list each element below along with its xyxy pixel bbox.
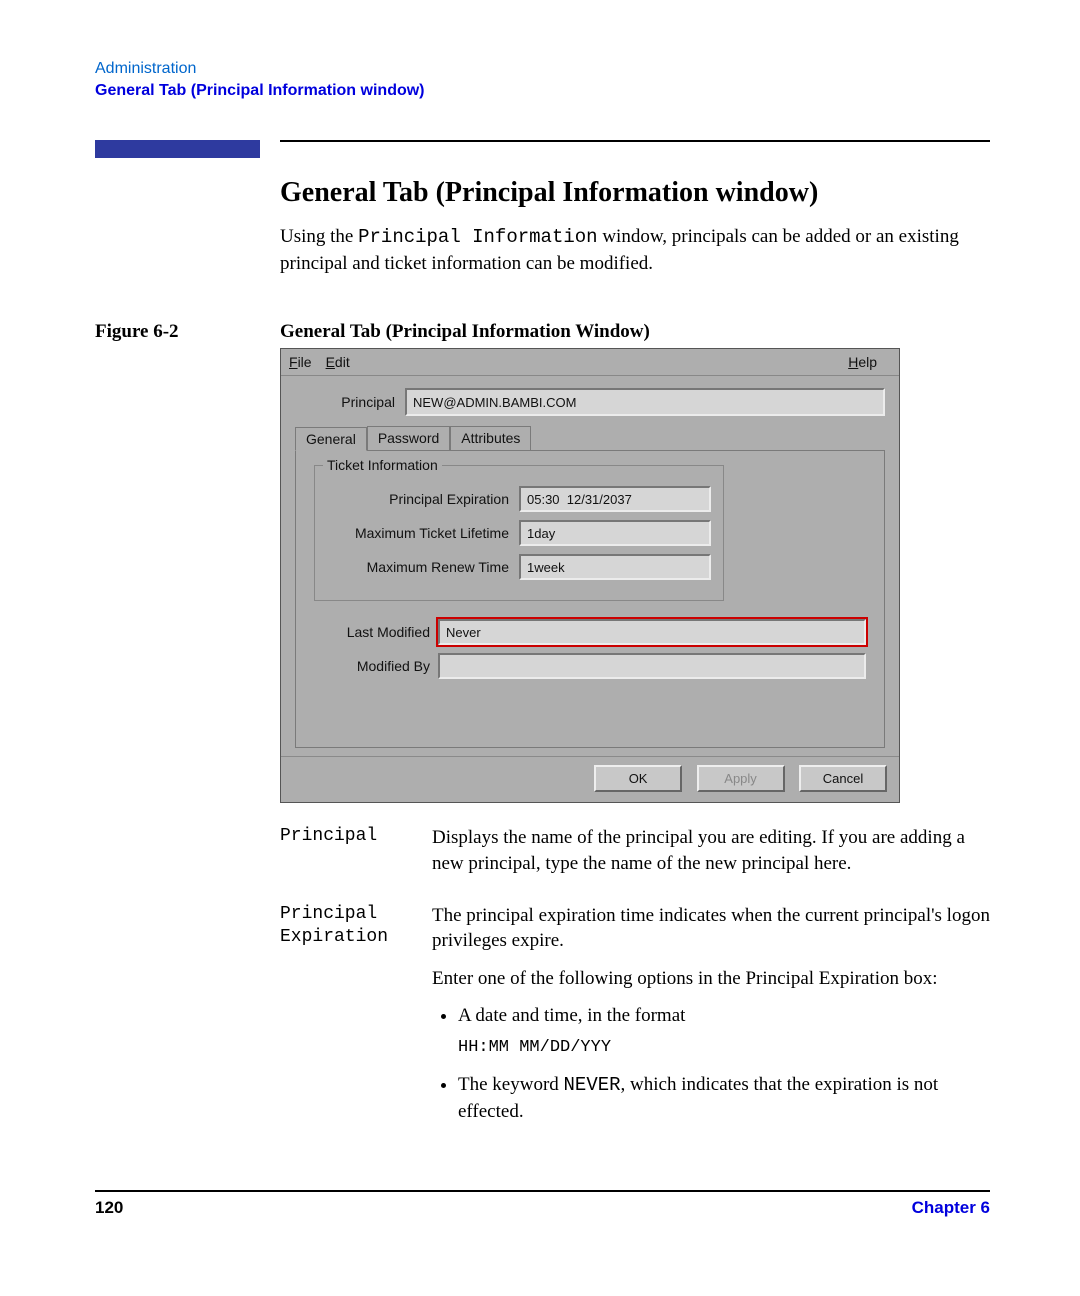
def-term-principal: Principal xyxy=(280,825,432,888)
header-subtitle: General Tab (Principal Information windo… xyxy=(95,82,990,100)
figure-caption: General Tab (Principal Information Windo… xyxy=(280,321,650,343)
def-principal-expiration: Principal Expiration The principal expir… xyxy=(280,903,990,1137)
page-header: Administration General Tab (Principal In… xyxy=(95,60,990,100)
footer-rule xyxy=(95,1190,990,1192)
tab-bar: General Password Attributes xyxy=(295,426,885,450)
ok-button[interactable]: OK xyxy=(594,765,682,792)
life-label: Maximum Ticket Lifetime xyxy=(329,525,519,541)
menu-help[interactable]: Help xyxy=(848,354,877,370)
max-renew-input[interactable] xyxy=(519,554,711,580)
exp-label: Principal Expiration xyxy=(329,491,519,507)
tab-panel-general: Ticket Information Principal Expiration … xyxy=(295,450,885,748)
renew-label: Maximum Renew Time xyxy=(329,559,519,575)
cancel-button[interactable]: Cancel xyxy=(799,765,887,792)
header-admin: Administration xyxy=(95,60,990,78)
chapter-label: Chapter 6 xyxy=(912,1198,990,1218)
figure-label: Figure 6-2 xyxy=(95,321,280,343)
principal-label: Principal xyxy=(295,394,405,410)
intro-paragraph: Using the Principal Information window, … xyxy=(280,224,990,276)
page-number: 120 xyxy=(95,1198,123,1218)
section-title: General Tab (Principal Information windo… xyxy=(280,177,990,209)
tab-general[interactable]: General xyxy=(295,427,367,451)
blue-bar-icon xyxy=(95,140,260,158)
apply-button: Apply xyxy=(697,765,785,792)
modified-by-label: Modified By xyxy=(314,658,438,674)
principal-input[interactable] xyxy=(405,388,885,416)
def-desc-principal: Displays the name of the principal you a… xyxy=(432,825,990,888)
tab-attributes[interactable]: Attributes xyxy=(450,426,531,450)
defs-list: Principal Displays the name of the princ… xyxy=(280,825,990,1136)
last-modified-label: Last Modified xyxy=(314,624,438,640)
ticket-info-group: Ticket Information Principal Expiration … xyxy=(314,465,724,601)
def-desc-expiration: The principal expiration time indicates … xyxy=(432,903,990,1137)
button-row: OK Apply Cancel xyxy=(281,756,899,802)
ticket-info-legend: Ticket Information xyxy=(323,457,442,473)
footer: 120 Chapter 6 xyxy=(95,1198,990,1218)
def-term-expiration: Principal Expiration xyxy=(280,903,432,1137)
menu-file[interactable]: File xyxy=(289,354,312,370)
modified-by-input[interactable] xyxy=(438,653,866,679)
max-lifetime-input[interactable] xyxy=(519,520,711,546)
divider-bar-row xyxy=(95,140,990,158)
menu-edit[interactable]: Edit xyxy=(326,354,350,370)
last-modified-input[interactable] xyxy=(438,619,866,645)
menu-bar: File Edit Help xyxy=(281,349,899,376)
def-principal: Principal Displays the name of the princ… xyxy=(280,825,990,888)
principal-expiration-input[interactable] xyxy=(519,486,711,512)
tab-password[interactable]: Password xyxy=(367,426,450,450)
principal-info-window: File Edit Help Principal General Passwor… xyxy=(280,348,900,803)
horizontal-rule xyxy=(280,140,990,142)
